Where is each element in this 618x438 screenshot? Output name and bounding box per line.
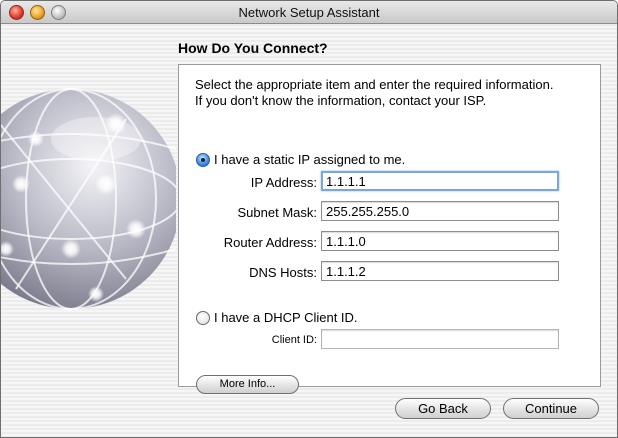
static-ip-label: I have a static IP assigned to me.	[214, 152, 406, 167]
client-id-label: Client ID:	[271, 334, 317, 346]
dns-hosts-label: DNS Hosts:	[249, 265, 317, 280]
subnet-mask-label: Subnet Mask:	[237, 205, 318, 220]
ip-address-field[interactable]	[321, 171, 559, 191]
page-heading: How Do You Connect?	[178, 40, 328, 56]
ip-address-label: IP Address:	[250, 175, 317, 190]
instructions: Select the appropriate item and enter th…	[195, 77, 595, 109]
assistant-window: Network Setup Assistant How Do You Conne…	[0, 0, 618, 438]
dhcp-client-label: I have a DHCP Client ID.	[214, 310, 358, 325]
connection-panel: Select the appropriate item and enter th…	[178, 64, 601, 394]
window-content: How Do You Connect? Select the appropria…	[1, 24, 617, 437]
more-info-button[interactable]: More Info...	[196, 375, 299, 394]
dhcp-client-radio[interactable]	[196, 310, 210, 325]
static-ip-radio[interactable]	[196, 152, 210, 167]
window-title: Network Setup Assistant	[238, 5, 380, 20]
continue-button[interactable]: Continue	[503, 398, 599, 419]
instructions-line-2: If you don't know the information, conta…	[195, 93, 487, 108]
dns-hosts-field[interactable]	[321, 261, 559, 281]
dhcp-client-option[interactable]: I have a DHCP Client ID.	[196, 310, 358, 325]
title-bar[interactable]: Network Setup Assistant	[1, 1, 617, 24]
network-globe-icon	[1, 88, 176, 310]
subnet-mask-field[interactable]	[321, 201, 559, 221]
router-address-label: Router Address:	[223, 235, 317, 250]
router-address-field[interactable]	[321, 231, 559, 251]
go-back-button[interactable]: Go Back	[395, 398, 491, 419]
static-ip-option[interactable]: I have a static IP assigned to me.	[196, 152, 405, 167]
client-id-field[interactable]	[321, 329, 559, 349]
instructions-line-1: Select the appropriate item and enter th…	[195, 77, 554, 92]
